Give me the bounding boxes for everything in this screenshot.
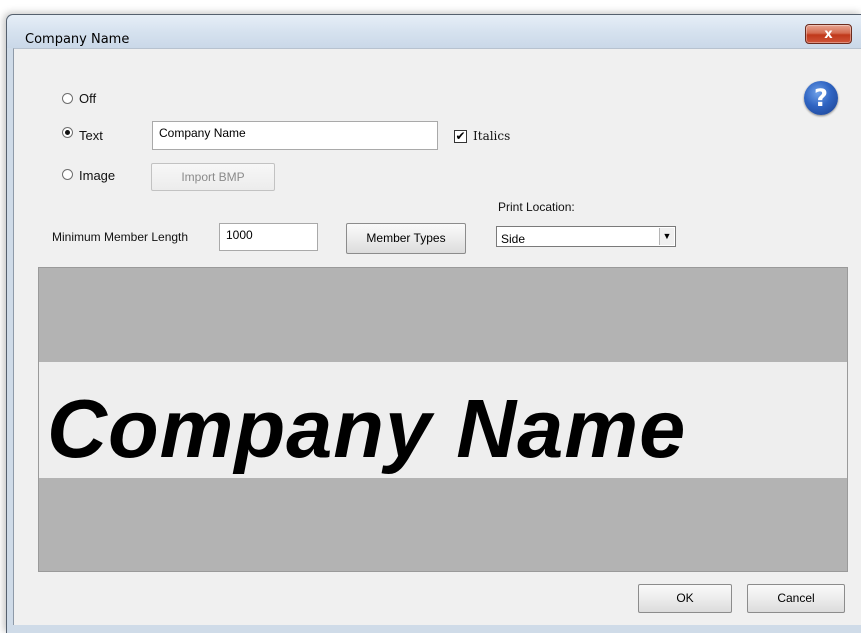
image-radio[interactable] [62, 169, 73, 180]
print-location-label: Print Location: [498, 200, 575, 214]
member-types-button[interactable]: Member Types [346, 223, 466, 254]
italics-label[interactable]: Italics [473, 129, 510, 143]
off-radio[interactable] [62, 93, 73, 104]
company-name-input[interactable]: Company Name [152, 121, 438, 150]
cancel-button[interactable]: Cancel [747, 584, 845, 613]
chevron-down-icon[interactable]: ▼ [659, 228, 674, 245]
window-title: Company Name [25, 32, 130, 47]
import-bmp-button[interactable]: Import BMP [151, 163, 275, 191]
text-radio-label[interactable]: Text [79, 128, 103, 143]
ok-button[interactable]: OK [638, 584, 732, 613]
print-location-select[interactable]: Side ▼ [496, 226, 676, 247]
preview-panel: Company Name [38, 267, 848, 572]
text-radio[interactable] [62, 127, 73, 138]
close-button[interactable]: x [805, 24, 852, 44]
preview-text: Company Name [47, 382, 687, 475]
title-bar[interactable]: Company Name x [7, 15, 861, 48]
italics-checkbox[interactable]: ✔ [454, 130, 467, 143]
off-radio-label[interactable]: Off [79, 91, 96, 106]
help-icon[interactable]: ? [804, 81, 838, 115]
image-radio-label[interactable]: Image [79, 168, 115, 183]
minimum-member-length-input[interactable]: 1000 [219, 223, 318, 251]
print-location-value: Side [501, 232, 526, 246]
minimum-member-length-label: Minimum Member Length [52, 230, 189, 244]
